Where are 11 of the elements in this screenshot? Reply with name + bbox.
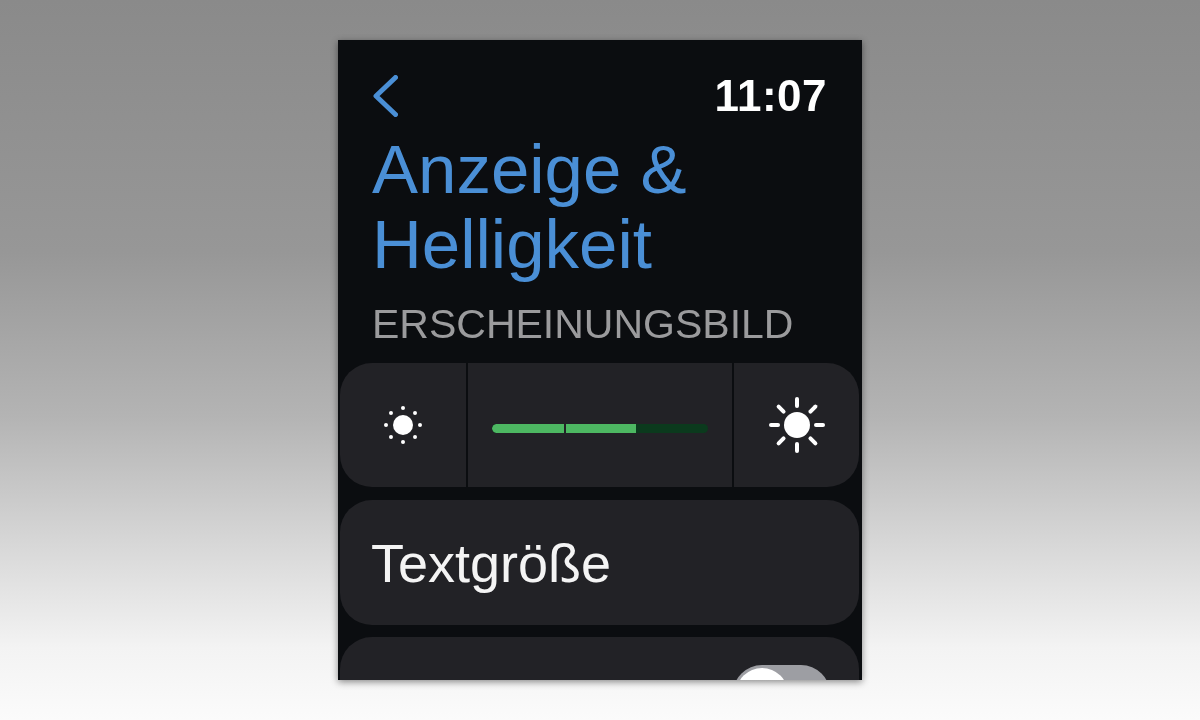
back-button[interactable] — [373, 75, 398, 117]
section-header: ERSCHEINUNGSBILD — [372, 300, 794, 348]
time-label: 11:07 — [714, 75, 827, 117]
settings-row[interactable]: Textgröße — [340, 500, 859, 625]
brightness-up-button[interactable] — [734, 363, 859, 487]
brightness-track[interactable] — [492, 423, 708, 433]
sun-icon — [383, 405, 423, 445]
brightness-down-button[interactable] — [340, 363, 466, 487]
page-title: Anzeige & Helligkeit — [372, 132, 688, 282]
sun-icon — [768, 397, 825, 453]
chevron-left-icon — [373, 75, 398, 117]
